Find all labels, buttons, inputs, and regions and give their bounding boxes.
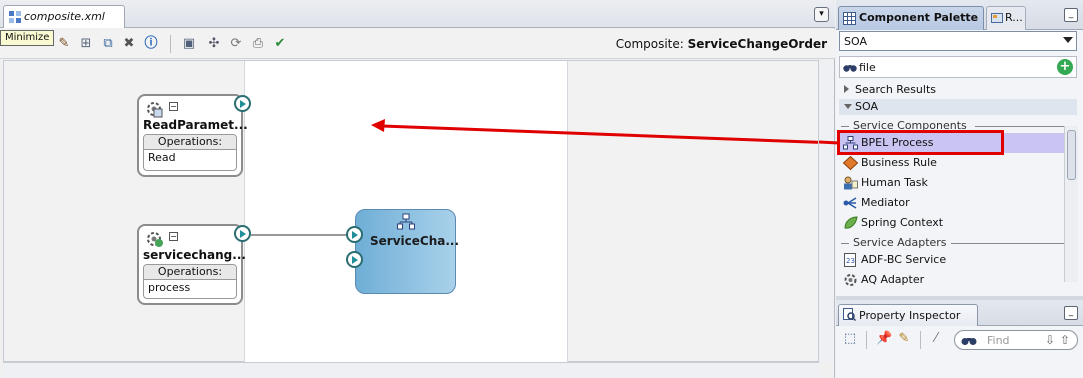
binoculars-icon xyxy=(961,338,977,345)
pin-icon[interactable]: 📌 xyxy=(876,331,892,347)
business-rule-icon xyxy=(843,156,858,170)
annotation-arrowhead xyxy=(371,119,385,132)
palette-item-human-task[interactable]: Human Task xyxy=(839,173,1065,193)
refresh-icon[interactable]: ⟳ xyxy=(228,36,244,52)
tab-list-dropdown-button[interactable]: ▾ xyxy=(814,7,829,22)
adf-bc-service-icon: 23 xyxy=(844,253,856,267)
item-label: Human Task xyxy=(861,176,928,189)
info-icon[interactable]: ⓘ xyxy=(143,36,159,52)
search-value: file xyxy=(859,61,876,74)
accordion-soa[interactable]: SOA xyxy=(839,99,1077,115)
palette-vertical-scrollbar[interactable] xyxy=(1064,126,1078,282)
composite-editor: composite.xml ▾ Minimize ↶ ↷ ✎ ⊞ ⧉ ✖ ⓘ ▣… xyxy=(0,0,835,378)
validate-icon[interactable]: ✔ xyxy=(272,36,288,52)
print-icon[interactable]: ⎙ xyxy=(250,36,266,52)
expand-arrow-icon xyxy=(844,85,849,93)
composite-file-icon xyxy=(9,11,21,23)
search-go-button[interactable]: + xyxy=(1057,59,1073,75)
composite-name: ServiceChangeOrder xyxy=(687,37,827,51)
item-label: AQ Adapter xyxy=(861,273,925,286)
annotation-highlight-box xyxy=(837,130,1004,155)
property-inspector-panel: Property Inspector _ ⬚ 📌 ✎ ⁄ Find ⇩ ⇧ xyxy=(836,300,1083,378)
minimize-inspector-button[interactable]: _ xyxy=(1064,306,1078,320)
item-label: Business Rule xyxy=(861,156,937,169)
svg-text:23: 23 xyxy=(846,257,855,265)
palette-grid-icon xyxy=(843,12,856,25)
composite-canvas[interactable]: − ReadParamet... Operations: Read − serv… xyxy=(3,60,820,363)
canvas-horizontal-scrollbar[interactable] xyxy=(3,362,819,377)
find-next-icon[interactable]: ⇩ xyxy=(1043,333,1057,347)
spring-context-icon xyxy=(844,216,858,229)
brush-icon[interactable]: ⁄ xyxy=(928,331,944,347)
mediator-icon xyxy=(843,197,857,209)
editor-tab-bar: composite.xml ▾ xyxy=(0,0,835,28)
inspector-toolbar: ⬚ 📌 ✎ ⁄ Find ⇩ ⇧ xyxy=(836,327,1083,353)
inspector-find-input[interactable]: Find ⇩ ⇧ xyxy=(954,330,1078,350)
annotation-arrow-layer xyxy=(371,119,820,144)
tab-label: R... xyxy=(1005,11,1023,24)
collapse-arrow-icon xyxy=(844,104,852,109)
item-label: Mediator xyxy=(861,196,910,209)
palette-item-mediator[interactable]: Mediator xyxy=(839,193,1065,213)
inspector-icon xyxy=(843,308,856,321)
select-element-icon[interactable]: ⬚ xyxy=(842,331,858,347)
tab-resource-palette[interactable]: R... xyxy=(986,6,1026,30)
item-label: Spring Context xyxy=(861,216,944,229)
section-label: Service Adapters xyxy=(853,236,947,249)
chevron-down-icon xyxy=(1063,37,1073,43)
palette-item-aq-adapter[interactable]: AQ Adapter xyxy=(839,270,1065,290)
deploy-icon[interactable]: ▣ xyxy=(181,36,197,52)
composite-name-label: Composite: ServiceChangeOrder xyxy=(615,37,827,51)
canvas-vertical-scrollbar[interactable] xyxy=(818,60,834,362)
add-component-icon[interactable]: ⊞ xyxy=(78,36,94,52)
find-placeholder: Find xyxy=(987,334,1010,347)
aq-adapter-icon xyxy=(844,274,857,286)
tab-composite-xml[interactable]: composite.xml xyxy=(3,5,125,28)
section-service-adapters: Service Adapters xyxy=(839,236,1069,250)
tab-label: Property Inspector xyxy=(859,309,961,322)
tab-component-palette[interactable]: Component Palette xyxy=(838,6,984,30)
minimize-palette-button[interactable]: _ xyxy=(1064,8,1078,22)
wire-pen-icon[interactable]: ✎ xyxy=(56,36,72,52)
tab-property-inspector[interactable]: Property Inspector xyxy=(838,304,978,326)
toolbar-separator xyxy=(170,35,171,53)
binoculars-icon xyxy=(843,65,857,72)
scrollbar-thumb[interactable] xyxy=(1067,130,1076,180)
resource-palette-icon xyxy=(991,13,1003,23)
inspector-tab-bar: Property Inspector _ xyxy=(836,300,1083,326)
palette-item-adf-bc-service[interactable]: 23 ADF-BC Service xyxy=(839,250,1065,270)
copy-component-icon[interactable]: ⧉ xyxy=(100,36,116,52)
minimize-tooltip: Minimize xyxy=(0,30,55,46)
editor-toolbar: ↶ ↷ ✎ ⊞ ⧉ ✖ ⓘ ▣ ✣ ⟳ ⎙ ✔ Composite: Servi… xyxy=(0,29,835,59)
accordion-label: Search Results xyxy=(855,83,937,96)
delete-icon[interactable]: ✖ xyxy=(121,36,137,52)
annotation-arrow-tail xyxy=(819,140,839,145)
palette-item-business-rule[interactable]: Business Rule xyxy=(839,153,1065,173)
tab-label: Component Palette xyxy=(859,11,979,24)
accordion-search-results[interactable]: Search Results xyxy=(839,82,1077,98)
accordion-label: SOA xyxy=(855,100,878,113)
palette-category-select[interactable]: SOA xyxy=(839,31,1077,51)
edit-properties-icon[interactable]: ✎ xyxy=(896,331,912,347)
annotation-arrow xyxy=(381,124,820,144)
layout-icon[interactable]: ✣ xyxy=(206,36,222,52)
tab-label: composite.xml xyxy=(24,10,105,23)
item-label: ADF-BC Service xyxy=(861,253,947,266)
find-previous-icon[interactable]: ⇧ xyxy=(1058,333,1072,347)
selected-category: SOA xyxy=(844,35,867,48)
human-task-icon xyxy=(844,176,858,190)
palette-item-spring-context[interactable]: Spring Context xyxy=(839,213,1065,233)
palette-tab-bar: Component Palette R... _ xyxy=(836,0,1083,30)
palette-search-input[interactable]: file + xyxy=(839,56,1077,78)
